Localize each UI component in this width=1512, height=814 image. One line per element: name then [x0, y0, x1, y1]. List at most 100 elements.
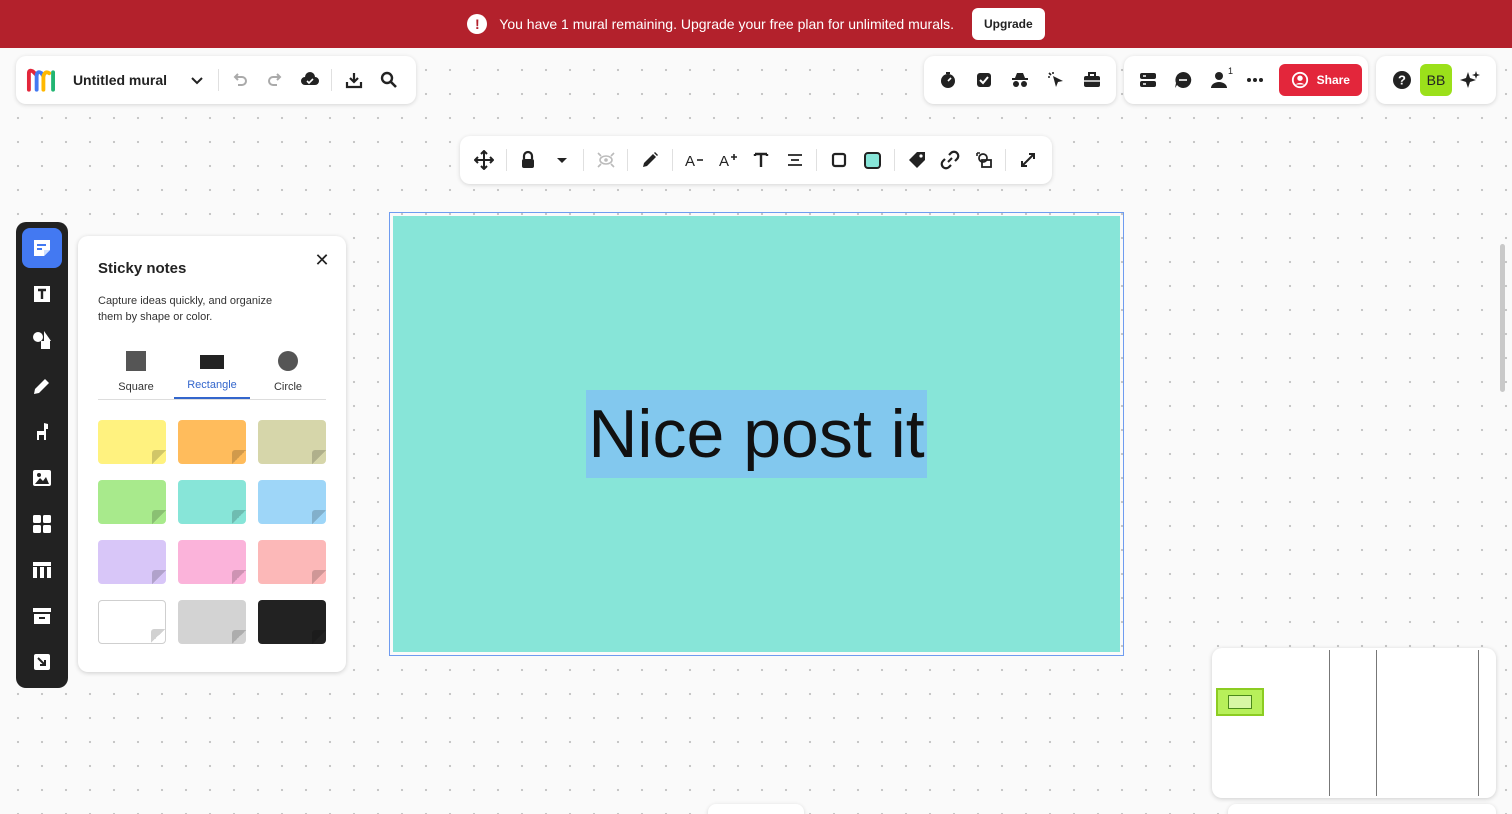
- tab-square[interactable]: Square: [98, 343, 174, 399]
- tab-label: Rectangle: [187, 379, 237, 391]
- sticky-color-swatch[interactable]: [178, 420, 246, 464]
- border-icon[interactable]: [823, 142, 855, 178]
- avatar[interactable]: BB: [1420, 64, 1452, 96]
- archive-icon[interactable]: [22, 596, 62, 636]
- sticky-color-swatch[interactable]: [178, 480, 246, 524]
- sticky-note-icon[interactable]: [22, 228, 62, 268]
- icons-llama-icon[interactable]: [22, 412, 62, 452]
- ai-sparkle-icon[interactable]: [1452, 62, 1488, 98]
- cloud-saved-icon[interactable]: [293, 62, 328, 98]
- upgrade-button[interactable]: Upgrade: [972, 8, 1045, 40]
- fill-color-swatch: [863, 151, 881, 169]
- panel-title: Sticky notes: [98, 260, 187, 277]
- collaborator-count: 1: [1227, 66, 1233, 76]
- divider: [816, 149, 818, 171]
- lock-icon[interactable]: [512, 142, 544, 178]
- upgrade-banner: ! You have 1 mural remaining. Upgrade yo…: [0, 0, 1512, 48]
- minimap[interactable]: [1212, 648, 1496, 798]
- minimap-divider: [1329, 650, 1330, 796]
- sticky-color-swatch[interactable]: [258, 600, 326, 644]
- voting-icon[interactable]: [966, 62, 1002, 98]
- chevron-down-icon[interactable]: [179, 62, 214, 98]
- caret-down-icon[interactable]: [546, 142, 578, 178]
- shape-tabs: Square Rectangle Circle: [98, 343, 326, 400]
- share-button[interactable]: Share: [1278, 64, 1362, 96]
- sticky-note[interactable]: Nice post it: [393, 216, 1120, 652]
- minimap-viewport[interactable]: [1216, 688, 1264, 716]
- panel-description: Capture ideas quickly, and organize them…: [98, 295, 273, 323]
- collaboration-toolbar: 1 Share: [1124, 56, 1368, 104]
- sticky-color-swatch[interactable]: [98, 600, 166, 644]
- square-shape-icon: [126, 351, 146, 371]
- tab-label: Circle: [273, 381, 303, 393]
- tab-rectangle[interactable]: Rectangle: [174, 343, 250, 399]
- outline-icon[interactable]: [1130, 62, 1166, 98]
- sticky-note-text[interactable]: Nice post it: [586, 390, 927, 478]
- mural-title[interactable]: Untitled mural: [73, 72, 179, 88]
- sticky-color-swatch[interactable]: [258, 540, 326, 584]
- collaborators-icon[interactable]: 1: [1201, 62, 1237, 98]
- mural-logo[interactable]: [26, 66, 57, 94]
- increase-font-icon[interactable]: A: [712, 142, 744, 178]
- sticky-notes-panel: ✕ Sticky notes Capture ideas quickly, an…: [78, 236, 346, 672]
- help-icon[interactable]: ?: [1384, 62, 1420, 98]
- text-box-icon[interactable]: [22, 274, 62, 314]
- divider: [894, 149, 895, 171]
- download-icon[interactable]: [336, 62, 371, 98]
- facilitation-toolbar: [924, 56, 1116, 104]
- text-format-icon[interactable]: [745, 142, 777, 178]
- tab-circle[interactable]: Circle: [250, 343, 326, 399]
- sticky-color-swatch[interactable]: [98, 420, 166, 464]
- more-options-icon[interactable]: [1237, 62, 1273, 98]
- fill-color-button[interactable]: [856, 142, 888, 178]
- link-icon[interactable]: [934, 142, 966, 178]
- mural-title-bar: Untitled mural: [16, 56, 416, 104]
- sticky-color-grid: [98, 420, 326, 644]
- bottom-control[interactable]: [1228, 804, 1496, 814]
- divider: [505, 149, 507, 171]
- align-center-icon[interactable]: [779, 142, 811, 178]
- move-icon[interactable]: [468, 142, 500, 178]
- table-icon[interactable]: [22, 550, 62, 590]
- divider: [1005, 149, 1007, 171]
- minimap-divider: [1478, 650, 1479, 796]
- sticky-color-swatch[interactable]: [98, 480, 166, 524]
- frameworks-icon[interactable]: [22, 504, 62, 544]
- search-icon[interactable]: [371, 62, 406, 98]
- draw-icon[interactable]: [22, 366, 62, 406]
- undo-icon[interactable]: [223, 62, 258, 98]
- pencil-icon[interactable]: [634, 142, 666, 178]
- selected-sticky-note[interactable]: Nice post it: [389, 212, 1124, 656]
- share-user-icon: [1291, 71, 1308, 89]
- sticky-color-swatch[interactable]: [98, 540, 166, 584]
- comments-icon[interactable]: [1166, 62, 1202, 98]
- svg-text:A: A: [719, 153, 729, 170]
- alert-icon: !: [467, 14, 488, 34]
- shapes-icon[interactable]: [22, 320, 62, 360]
- tab-label: Square: [118, 381, 154, 393]
- decrease-font-icon[interactable]: A: [678, 142, 710, 178]
- bottom-control[interactable]: [708, 804, 804, 814]
- divider: [218, 69, 220, 91]
- divider: [627, 149, 629, 171]
- divider: [671, 149, 673, 171]
- divider: [583, 149, 585, 171]
- image-icon[interactable]: [22, 458, 62, 498]
- summon-cursor-icon[interactable]: [1038, 62, 1074, 98]
- tag-icon[interactable]: [901, 142, 933, 178]
- import-icon[interactable]: [22, 642, 62, 682]
- redo-icon[interactable]: [258, 62, 293, 98]
- sticky-color-swatch[interactable]: [178, 600, 246, 644]
- sticky-color-swatch[interactable]: [178, 540, 246, 584]
- sticky-color-swatch[interactable]: [258, 420, 326, 464]
- close-icon[interactable]: ✕: [312, 250, 332, 270]
- transform-shape-icon[interactable]: [968, 142, 1000, 178]
- expand-icon[interactable]: [1012, 142, 1044, 178]
- svg-text:A: A: [685, 153, 695, 170]
- timer-icon[interactable]: [930, 62, 966, 98]
- vertical-scrollbar[interactable]: [1500, 244, 1505, 392]
- private-mode-icon[interactable]: [1002, 62, 1038, 98]
- selection-toolbar: A A: [460, 136, 1052, 184]
- toolbox-icon[interactable]: [1074, 62, 1110, 98]
- sticky-color-swatch[interactable]: [258, 480, 326, 524]
